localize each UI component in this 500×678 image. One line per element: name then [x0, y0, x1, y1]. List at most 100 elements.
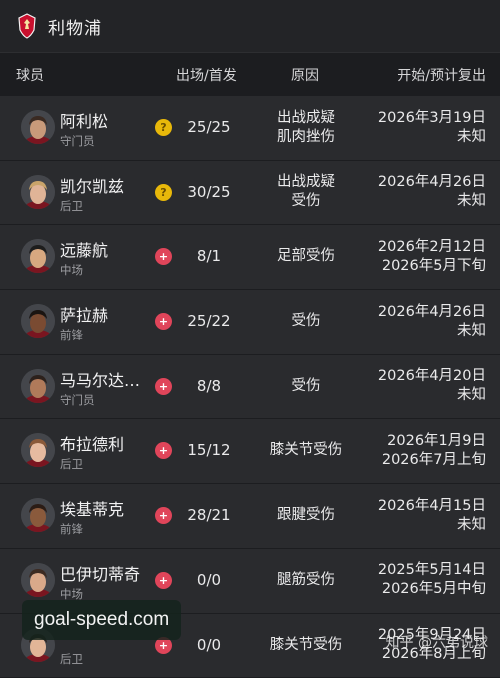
- watermark-zhihu: 知乎 @六弟说球: [386, 632, 488, 652]
- return-line: 未知: [457, 516, 486, 535]
- apps-starts: 0/0: [178, 614, 240, 677]
- reason-line: 膝关节受伤: [270, 442, 343, 458]
- liverpool-crest-icon: [16, 13, 38, 39]
- player-name[interactable]: 远藤航: [60, 237, 108, 261]
- reason-line: 受伤: [292, 193, 321, 209]
- return-line: 未知: [457, 322, 486, 341]
- player-name[interactable]: 马马尔达…: [60, 367, 140, 391]
- return-line: 2026年3月19日: [378, 109, 486, 128]
- watermark-goal-speed: goal-speed.com: [22, 600, 181, 640]
- team-name: 利物浦: [48, 14, 102, 39]
- return-line: 2026年7月上旬: [382, 451, 486, 470]
- return-line: 2026年5月中旬: [382, 580, 486, 599]
- player-avatar[interactable]: [21, 239, 55, 273]
- return-line: 2026年5月下旬: [382, 257, 486, 276]
- apps-starts: 8/8: [178, 355, 240, 418]
- player-position: 后卫: [60, 651, 83, 667]
- player-position: 中场: [60, 262, 83, 278]
- player-name[interactable]: 凯尔凯兹: [60, 173, 124, 197]
- player-avatar[interactable]: [21, 369, 55, 403]
- injury-status-icon: +: [155, 507, 172, 524]
- apps-starts: 28/21: [178, 484, 240, 547]
- column-header-player[interactable]: 球员: [16, 65, 44, 85]
- player-avatar[interactable]: [21, 304, 55, 338]
- reason-line: 膝关节受伤: [270, 637, 343, 653]
- player-position: 后卫: [60, 198, 83, 214]
- player-row[interactable]: 萨拉赫 前锋 + 25/22 受伤 2026年4月26日未知: [0, 290, 500, 355]
- player-name[interactable]: 萨拉赫: [60, 302, 108, 326]
- player-row[interactable]: 远藤航 中场 + 8/1 足部受伤 2026年2月12日2026年5月下旬: [0, 225, 500, 290]
- return-line: 2026年2月12日: [378, 238, 486, 257]
- injury-reason: 跟腱受伤: [262, 484, 350, 547]
- return-date: 2026年4月20日未知: [378, 355, 486, 418]
- reason-line: 出战成疑: [277, 174, 335, 190]
- injury-reason: 出战成疑肌肉挫伤: [262, 96, 350, 159]
- player-row[interactable]: 马马尔达… 守门员 + 8/8 受伤 2026年4月20日未知: [0, 355, 500, 420]
- return-line: 未知: [457, 386, 486, 405]
- return-date: 2026年3月19日未知: [378, 96, 486, 159]
- apps-starts: 0/0: [178, 549, 240, 612]
- player-row[interactable]: 布拉德利 后卫 + 15/12 膝关节受伤 2026年1月9日2026年7月上旬: [0, 419, 500, 484]
- return-line: 未知: [457, 192, 486, 211]
- return-line: 2026年4月20日: [378, 367, 486, 386]
- player-position: 守门员: [60, 133, 95, 149]
- reason-line: 腿筋受伤: [277, 572, 335, 588]
- injury-status-icon: +: [155, 442, 172, 459]
- return-date: 2026年2月12日2026年5月下旬: [378, 225, 486, 288]
- return-line: 未知: [457, 128, 486, 147]
- reason-line: 受伤: [292, 313, 321, 329]
- player-avatar[interactable]: [21, 433, 55, 467]
- return-line: 2026年4月26日: [378, 173, 486, 192]
- return-line: 2025年5月14日: [378, 561, 486, 580]
- injury-reason: 膝关节受伤: [262, 614, 350, 677]
- player-name[interactable]: 巴伊切蒂奇: [60, 561, 140, 585]
- injury-reason: 受伤: [262, 355, 350, 418]
- apps-starts: 30/25: [178, 161, 240, 224]
- player-position: 守门员: [60, 392, 95, 408]
- apps-starts: 25/22: [178, 290, 240, 353]
- apps-starts: 25/25: [178, 96, 240, 159]
- player-name[interactable]: 埃基蒂克: [60, 496, 124, 520]
- reason-line: 受伤: [292, 378, 321, 394]
- injury-reason: 出战成疑受伤: [262, 161, 350, 224]
- doubtful-status-icon: ?: [155, 184, 172, 201]
- return-date: 2026年4月15日未知: [378, 484, 486, 547]
- return-date: 2026年4月26日未知: [378, 290, 486, 353]
- injury-reason: 受伤: [262, 290, 350, 353]
- return-date: 2026年4月26日未知: [378, 161, 486, 224]
- player-position: 前锋: [60, 327, 83, 343]
- reason-line: 肌肉挫伤: [277, 129, 335, 145]
- injury-list: 阿利松 守门员 ? 25/25 出战成疑肌肉挫伤 2026年3月19日未知 凯尔…: [0, 96, 500, 678]
- player-avatar[interactable]: [21, 498, 55, 532]
- injury-status-icon: +: [155, 248, 172, 265]
- apps-starts: 15/12: [178, 419, 240, 482]
- injury-status-icon: +: [155, 572, 172, 589]
- return-date: 2026年1月9日2026年7月上旬: [382, 419, 486, 482]
- return-date: 2025年5月14日2026年5月中旬: [378, 549, 486, 612]
- injury-reason: 膝关节受伤: [262, 419, 350, 482]
- doubtful-status-icon: ?: [155, 119, 172, 136]
- column-header-reason[interactable]: 原因: [291, 65, 319, 85]
- injury-status-icon: +: [155, 378, 172, 395]
- column-header-return[interactable]: 开始/预计复出: [397, 65, 486, 85]
- column-header-row: 球员 出场/首发 原因 开始/预计复出: [0, 53, 500, 97]
- player-row[interactable]: 凯尔凯兹 后卫 ? 30/25 出战成疑受伤 2026年4月26日未知: [0, 161, 500, 226]
- team-header: 利物浦: [0, 0, 500, 53]
- player-avatar[interactable]: [21, 110, 55, 144]
- player-avatar[interactable]: [21, 175, 55, 209]
- player-row[interactable]: 埃基蒂克 前锋 + 28/21 跟腱受伤 2026年4月15日未知: [0, 484, 500, 549]
- player-position: 后卫: [60, 456, 83, 472]
- column-header-apps[interactable]: 出场/首发: [176, 65, 237, 85]
- reason-line: 跟腱受伤: [277, 507, 335, 523]
- player-name[interactable]: 阿利松: [60, 108, 108, 132]
- reason-line: 足部受伤: [277, 248, 335, 264]
- return-line: 2026年1月9日: [387, 432, 486, 451]
- injury-reason: 腿筋受伤: [262, 549, 350, 612]
- return-line: 2026年4月26日: [378, 303, 486, 322]
- player-name[interactable]: 布拉德利: [60, 431, 124, 455]
- injury-reason: 足部受伤: [262, 225, 350, 288]
- return-line: 2026年4月15日: [378, 497, 486, 516]
- reason-line: 出战成疑: [277, 110, 335, 126]
- player-row[interactable]: 阿利松 守门员 ? 25/25 出战成疑肌肉挫伤 2026年3月19日未知: [0, 96, 500, 161]
- player-avatar[interactable]: [21, 563, 55, 597]
